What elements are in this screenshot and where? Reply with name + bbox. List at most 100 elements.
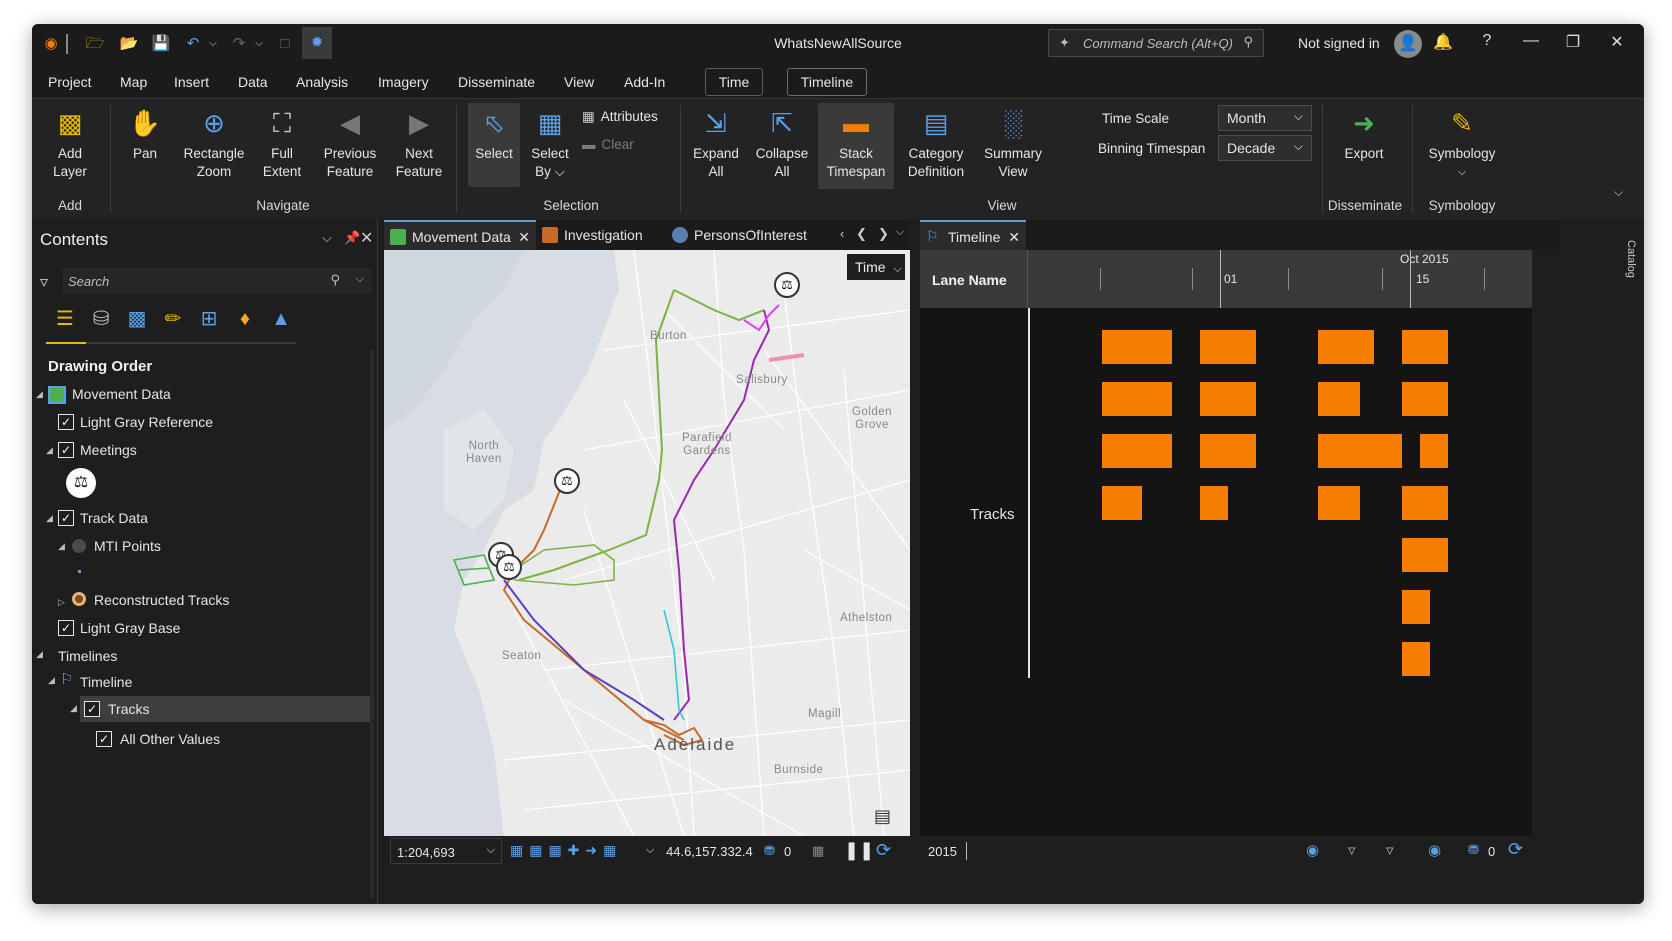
full-extent-button[interactable]: ⛶ Full Extent — [254, 105, 310, 181]
timeline-event[interactable] — [1200, 382, 1256, 416]
symbology-button[interactable]: ✎ Symbology ⌵ — [1418, 105, 1506, 181]
export-button[interactable]: ➜ Export — [1332, 105, 1396, 163]
clear-button[interactable]: ▬ Clear — [582, 137, 634, 152]
help-button[interactable]: ? — [1472, 32, 1502, 50]
close-tab-icon[interactable]: ✕ — [1008, 222, 1020, 252]
close-tab-icon[interactable]: ✕ — [518, 222, 530, 252]
tab-view[interactable]: View — [564, 74, 594, 90]
tree-item-reconstructed-tracks[interactable]: Reconstructed Tracks — [94, 588, 229, 612]
timeline-event[interactable] — [1402, 538, 1448, 572]
open-project-icon[interactable]: 📂 — [118, 34, 140, 54]
notifications-icon[interactable]: 🔔 — [1428, 32, 1458, 52]
customize-icon[interactable]: ✹ — [302, 27, 332, 59]
tab-time[interactable]: Time — [705, 68, 763, 96]
pane-options-icon[interactable]: ⌵ — [322, 230, 332, 246]
contents-search-input[interactable]: Search ⚲ ⌵ — [62, 268, 372, 294]
sign-in-status[interactable]: Not signed in — [1298, 35, 1380, 51]
rectangle-zoom-button[interactable]: ⊕ Rectangle Zoom — [178, 105, 250, 181]
contents-scrollbar[interactable] — [370, 350, 374, 898]
expand-all-button[interactable]: ⇲ Expand All — [686, 105, 746, 181]
timeline-event[interactable] — [1318, 330, 1374, 364]
track-data-checkbox[interactable]: ✓ — [58, 510, 74, 526]
tab-data[interactable]: Data — [238, 74, 268, 90]
timeline-view[interactable]: Lane Name Oct 2015 01 15 Tracks — [920, 250, 1532, 836]
tree-item-movement-data[interactable]: Movement Data — [72, 382, 171, 406]
tab-timeline[interactable]: Timeline — [787, 68, 867, 96]
tab-analysis[interactable]: Analysis — [296, 74, 348, 90]
list-by-drawing-order-icon[interactable]: ☰ — [50, 304, 80, 334]
list-by-selection-icon[interactable]: ▩ — [122, 304, 152, 334]
tab-imagery[interactable]: Imagery — [378, 74, 429, 90]
tab-persons-of-interest[interactable]: PersonsOfInterest — [666, 220, 830, 250]
command-search-input[interactable]: ✦ Command Search (Alt+Q) ⚲ — [1048, 29, 1264, 57]
select-button[interactable]: ⬁ Select — [468, 103, 520, 187]
timeline-event[interactable] — [1402, 382, 1448, 416]
meetings-checkbox[interactable]: ✓ — [58, 442, 74, 458]
tree-item-light-gray-base[interactable]: Light Gray Base — [80, 616, 180, 640]
timeline-event[interactable] — [1102, 486, 1142, 520]
timeline-event[interactable] — [1420, 434, 1448, 468]
restore-button[interactable]: ❐ — [1558, 32, 1588, 52]
refresh-icon[interactable]: ⟳ — [876, 840, 891, 861]
list-by-perspective-icon[interactable]: ▲ — [266, 304, 296, 334]
sync-map-icon[interactable]: ◉ — [1428, 841, 1441, 859]
filter-options-icon[interactable]: ▿ — [1386, 841, 1394, 859]
tab-timeline-view[interactable]: ⚐ Timeline ✕ — [920, 220, 1026, 250]
stack-timespan-button[interactable]: ▬ Stack Timespan — [818, 103, 894, 189]
tab-map[interactable]: Map — [120, 74, 147, 90]
tab-investigation[interactable]: Investigation — [536, 220, 666, 250]
chevron-right-icon[interactable]: ❯ — [878, 226, 889, 242]
all-other-values-checkbox[interactable]: ✓ — [96, 731, 112, 747]
tab-disseminate[interactable]: Disseminate — [458, 74, 535, 90]
close-pane-icon[interactable]: ✕ — [360, 228, 373, 248]
category-definition-button[interactable]: ▤ Category Definition — [898, 105, 974, 181]
light-gray-base-checkbox[interactable]: ✓ — [58, 620, 74, 636]
collapse-arrow-icon[interactable]: ◢ — [70, 703, 77, 714]
tab-movement-data[interactable]: Movement Data ✕ — [384, 220, 536, 250]
collapse-arrow-icon[interactable]: ◢ — [36, 389, 43, 400]
time-toggle-button[interactable]: Time ⌵ — [847, 254, 905, 280]
save-project-icon[interactable]: 💾 — [150, 34, 172, 54]
coordinate-dropdown-icon[interactable]: ⌵ — [646, 844, 654, 857]
select-by-button[interactable]: ▦ Select By ⌵ — [524, 105, 576, 181]
tab-project[interactable]: Project — [48, 74, 92, 90]
light-gray-reference-checkbox[interactable]: ✓ — [58, 414, 74, 430]
tree-item-track-data[interactable]: Track Data — [80, 506, 148, 530]
redo-dropdown-icon[interactable]: ⌵ — [248, 34, 270, 54]
collapse-arrow-icon[interactable]: ◢ — [46, 445, 53, 456]
timeline-event[interactable] — [1102, 382, 1172, 416]
tab-insert[interactable]: Insert — [174, 74, 209, 90]
avatar[interactable]: 👤 — [1394, 30, 1422, 58]
ribbon-collapse-icon[interactable]: ⌵ — [1614, 185, 1623, 200]
list-by-snapping-icon[interactable]: ⊞ — [194, 304, 224, 334]
timeline-event[interactable] — [1200, 486, 1228, 520]
scale-dropdown[interactable]: 1:204,693 ⌵ — [390, 838, 502, 864]
timeline-event[interactable] — [1402, 590, 1430, 624]
time-scale-dropdown[interactable]: Month ⌵ — [1218, 105, 1312, 131]
expand-arrow-icon[interactable]: ▷ — [58, 597, 65, 608]
tab-list-icon[interactable]: ⌵ — [896, 226, 904, 239]
timeline-event[interactable] — [1200, 434, 1256, 468]
search-options-icon[interactable]: ⌵ — [356, 273, 364, 286]
attributes-button[interactable]: ▦ Attributes — [582, 109, 658, 125]
refresh-pause-icon[interactable]: ▦ — [812, 843, 824, 859]
next-feature-button[interactable]: ▶ Next Feature — [388, 105, 450, 181]
tracks-checkbox[interactable]: ✓ — [84, 701, 100, 717]
timeline-event[interactable] — [1200, 330, 1256, 364]
tree-item-timelines[interactable]: Timelines — [58, 644, 117, 668]
tree-item-timeline[interactable]: Timeline — [80, 670, 132, 694]
tree-item-meetings[interactable]: Meetings — [80, 438, 137, 462]
new-project-icon[interactable]: 🗁 — [84, 34, 106, 54]
timeline-event[interactable] — [1402, 330, 1448, 364]
collapse-arrow-icon[interactable]: ◢ — [58, 541, 65, 552]
filter-icon[interactable]: ▿ — [40, 272, 48, 292]
minimize-button[interactable]: — — [1516, 32, 1546, 50]
binning-timespan-dropdown[interactable]: Decade ⌵ — [1218, 135, 1312, 161]
list-by-source-icon[interactable]: ⛁ — [86, 304, 116, 334]
meeting-marker-icon[interactable]: ⚖ — [496, 554, 522, 580]
tree-item-light-gray-reference[interactable]: Light Gray Reference — [80, 410, 213, 434]
chevron-left-icon[interactable]: ❮ — [856, 226, 867, 242]
undo-icon[interactable]: ↶ — [182, 34, 204, 54]
timeline-event[interactable] — [1402, 642, 1430, 676]
timeline-event[interactable] — [1318, 382, 1360, 416]
